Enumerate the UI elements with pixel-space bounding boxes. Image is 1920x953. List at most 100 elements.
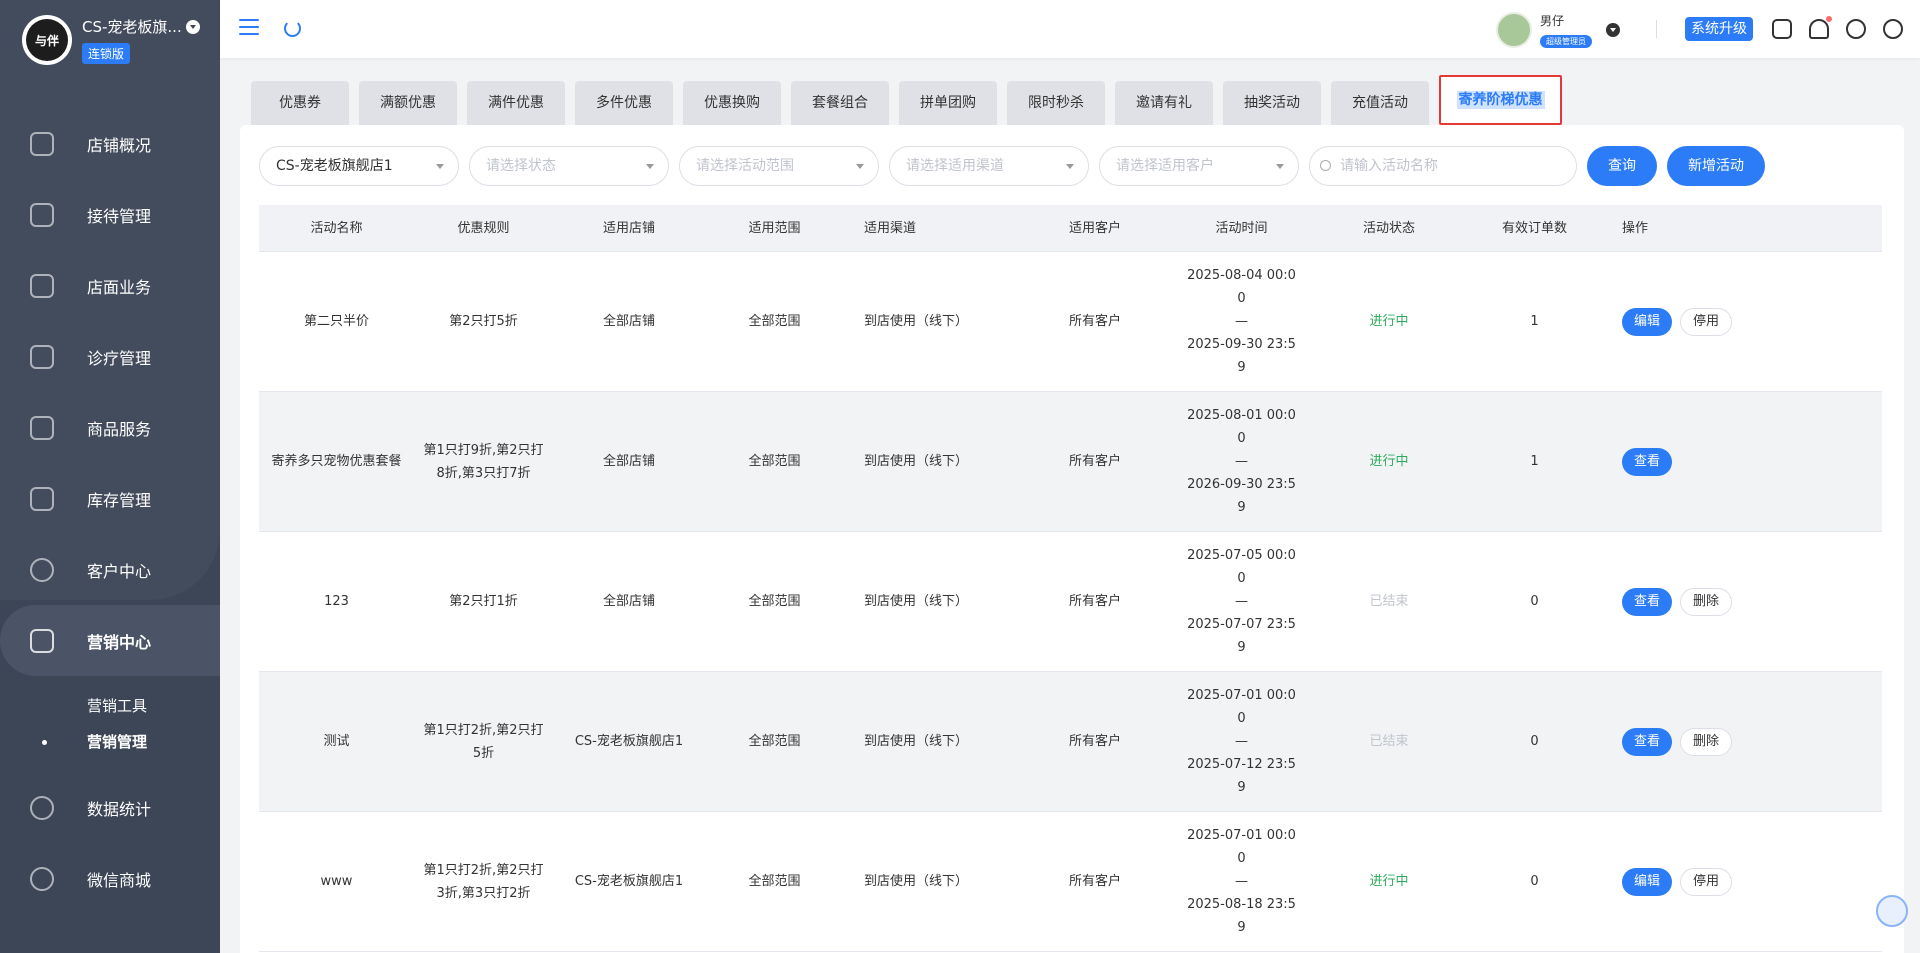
time-line: 0: [1237, 571, 1246, 586]
activity-customer: 所有客户: [1068, 314, 1121, 329]
tab-exchange[interactable]: 优惠换购: [683, 81, 781, 125]
customer-select[interactable]: 请选择适用客户: [1099, 146, 1299, 186]
disable-button[interactable]: 停用: [1680, 307, 1733, 336]
order-count: 0: [1530, 874, 1539, 889]
activity-scope: 全部范围: [748, 594, 801, 609]
help-icon[interactable]: [1883, 19, 1903, 39]
actions: 编辑 停用: [1614, 307, 1874, 336]
activity-time: 2025-07-05 00:0 0 — 2025-07-07 23:5 9: [1160, 544, 1323, 659]
status-select-placeholder: 请选择状态: [486, 158, 556, 174]
sidebar-item-label: 数据统计: [87, 799, 152, 819]
sidebar-item-clinic[interactable]: 诊疗管理: [0, 321, 220, 392]
headset-icon[interactable]: [1846, 19, 1866, 39]
activity-channel: 到店使用（线下）: [864, 874, 969, 889]
topbar: 男仔 超级管理员 系统升级: [220, 0, 1920, 58]
logo: 与伴: [22, 15, 72, 65]
store-select-value: CS-宠老板旗舰店1: [276, 158, 393, 174]
delete-button[interactable]: 删除: [1680, 727, 1733, 756]
activity-store: CS-宠老板旗舰店1: [574, 734, 684, 749]
time-line: 9: [1237, 640, 1246, 655]
activity-store: 全部店铺: [602, 594, 655, 609]
sidebar-item-marketing[interactable]: 营销中心: [0, 605, 220, 676]
user-menu[interactable]: 男仔 超级管理员: [1496, 12, 1620, 48]
sub-item-marketing-tools[interactable]: 营销工具: [87, 688, 220, 724]
time-line: —: [1235, 734, 1248, 749]
activity-customer: 所有客户: [1068, 594, 1121, 609]
store-name: CS-宠老板旗...: [82, 18, 182, 36]
view-button[interactable]: 查看: [1622, 447, 1673, 476]
sidebar-item-label: 商品服务: [87, 419, 152, 439]
activity-time: 2025-08-04 00:0 0 — 2025-09-30 23:5 9: [1160, 264, 1323, 379]
sidebar-item-customers[interactable]: 客户中心: [0, 534, 220, 605]
activity-customer: 所有客户: [1068, 454, 1121, 469]
sidebar-item-label: 店面业务: [87, 277, 152, 297]
edit-button[interactable]: 编辑: [1622, 307, 1673, 336]
menu-toggle-icon[interactable]: [239, 19, 259, 35]
bell-icon[interactable]: [1809, 16, 1832, 39]
upgrade-button[interactable]: 系统升级: [1685, 17, 1753, 41]
chevron-down-icon[interactable]: [185, 19, 200, 34]
filter-bar: CS-宠老板旗舰店1 请选择状态 请选择活动范围 请选择适用渠道 请选择适用客户…: [259, 146, 1775, 186]
status-select[interactable]: 请选择状态: [469, 146, 669, 186]
table-header: 活动名称 优惠规则 适用店铺 适用范围 适用渠道 适用客户 活动时间 活动状态 …: [259, 205, 1882, 252]
store-select[interactable]: CS-宠老板旗舰店1: [259, 146, 459, 186]
sidebar-item-label: 微信商城: [87, 870, 152, 890]
tab-coupons[interactable]: 优惠券: [251, 81, 349, 125]
time-line: 2025-07-01 00:0: [1187, 688, 1296, 703]
activity-rule: 第1只打2折,第2只打5折: [423, 722, 544, 761]
time-line: 0: [1237, 291, 1246, 306]
tab-full-amount[interactable]: 满额优惠: [359, 81, 457, 125]
sidebar: 与伴 CS-宠老板旗... 连锁版 店铺概况 接待管理 店面业务 诊疗管理 商品…: [0, 0, 220, 953]
tab-bar: 优惠券 满额优惠 满件优惠 多件优惠 优惠换购 套餐组合 拼单团购 限时秒杀 邀…: [251, 75, 1572, 125]
tab-full-piece[interactable]: 满件优惠: [467, 81, 565, 125]
delete-button[interactable]: 删除: [1680, 587, 1733, 616]
sidebar-item-products[interactable]: 商品服务: [0, 392, 220, 463]
col-header: 适用店铺: [602, 220, 655, 236]
sidebar-item-label: 营销中心: [87, 632, 152, 652]
activity-rule: 第2只打5折: [449, 314, 518, 329]
activity-name: 第二只半价: [303, 314, 369, 329]
query-button[interactable]: 查询: [1587, 146, 1657, 186]
channel-select[interactable]: 请选择适用渠道: [889, 146, 1089, 186]
view-button[interactable]: 查看: [1622, 727, 1673, 756]
tab-package[interactable]: 套餐组合: [791, 81, 889, 125]
sidebar-item-reception[interactable]: 接待管理: [0, 179, 220, 250]
add-activity-button[interactable]: 新增活动: [1667, 146, 1765, 186]
sidebar-item-store-overview[interactable]: 店铺概况: [0, 108, 220, 179]
time-line: 2025-07-05 00:0: [1187, 548, 1296, 563]
sidebar-item-wechat-mall[interactable]: 微信商城: [0, 843, 220, 914]
sidebar-item-label: 客户中心: [87, 561, 152, 581]
sidebar-item-label: 接待管理: [87, 206, 152, 226]
search-placeholder: 请输入活动名称: [1340, 158, 1438, 174]
activity-channel: 到店使用（线下）: [864, 734, 969, 749]
tab-lottery[interactable]: 抽奖活动: [1223, 81, 1321, 125]
order-count: 0: [1530, 734, 1539, 749]
time-line: 2025-08-18 23:5: [1187, 897, 1296, 912]
view-button[interactable]: 查看: [1622, 587, 1673, 616]
chevron-down-icon[interactable]: [1606, 23, 1620, 37]
sidebar-item-label: 诊疗管理: [87, 348, 152, 368]
tab-multi-piece[interactable]: 多件优惠: [575, 81, 673, 125]
sidebar-item-statistics[interactable]: 数据统计: [0, 772, 220, 843]
sidebar-item-store-business[interactable]: 店面业务: [0, 250, 220, 321]
tab-flash-sale[interactable]: 限时秒杀: [1007, 81, 1105, 125]
scope-select[interactable]: 请选择活动范围: [679, 146, 879, 186]
status-text: 进行中: [1369, 454, 1409, 469]
tab-group-buy[interactable]: 拼单团购: [899, 81, 997, 125]
sub-item-marketing-management[interactable]: 营销管理: [42, 724, 220, 760]
order-count: 0: [1530, 594, 1539, 609]
disable-button[interactable]: 停用: [1680, 867, 1733, 896]
refresh-icon[interactable]: [284, 20, 301, 37]
chat-support-icon[interactable]: [1876, 895, 1908, 927]
tab-invite[interactable]: 邀请有礼: [1115, 81, 1213, 125]
sidebar-item-inventory[interactable]: 库存管理: [0, 463, 220, 534]
calendar-icon[interactable]: [1772, 19, 1792, 39]
medical-kit-icon: [30, 344, 54, 369]
edit-button[interactable]: 编辑: [1622, 867, 1673, 896]
tab-recharge[interactable]: 充值活动: [1331, 81, 1429, 125]
time-line: 9: [1237, 780, 1246, 795]
tab-boarding-tier[interactable]: 寄养阶梯优惠: [1439, 75, 1562, 125]
search-input[interactable]: 请输入活动名称: [1309, 146, 1577, 186]
store-switcher[interactable]: CS-宠老板旗...: [82, 16, 200, 37]
col-header: 适用客户: [1068, 220, 1121, 236]
